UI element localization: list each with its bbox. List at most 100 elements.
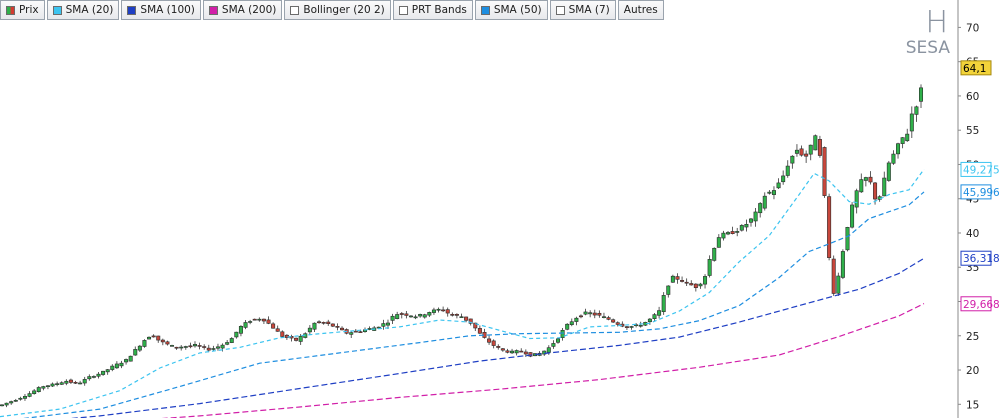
checkbox-icon[interactable] [290, 5, 300, 15]
candle-up [785, 165, 790, 176]
candle-up [307, 327, 312, 333]
candle-down [399, 313, 404, 315]
candle-down [491, 340, 496, 346]
toggle-sma-7[interactable]: SMA (7) [549, 0, 616, 20]
candle-down [450, 314, 455, 316]
candle-down [487, 338, 492, 343]
sma-100-label: 36,318 [963, 253, 1000, 265]
candle-down [578, 315, 583, 318]
series-sma-20 [0, 168, 925, 418]
candle-down [165, 341, 170, 345]
checkbox-icon[interactable] [208, 5, 218, 15]
toggle-sma-20[interactable]: SMA (20) [46, 0, 120, 20]
candle-up [739, 225, 744, 231]
candle-down [271, 323, 276, 329]
candle-up [891, 153, 896, 164]
toggle-sma-50[interactable]: SMA (50) [474, 0, 548, 20]
toggle-sma-100[interactable]: SMA (100) [121, 0, 201, 20]
candle-up [50, 383, 55, 387]
candle-up [13, 400, 18, 402]
y-tick-label: 25 [966, 331, 979, 343]
candle-up [510, 350, 515, 354]
candle-up [110, 365, 115, 370]
y-tick-label: 60 [966, 91, 979, 103]
sma-200-label: 29,668 [963, 299, 1000, 311]
candle-down [523, 351, 528, 355]
candle-up [850, 204, 855, 228]
candle-down [615, 322, 620, 325]
candle-down [519, 350, 524, 353]
checkbox-icon[interactable] [6, 5, 15, 15]
candle-up [211, 348, 216, 350]
candle-down [197, 345, 202, 347]
candle-up [96, 373, 101, 377]
toggle-sma-200[interactable]: SMA (200) [202, 0, 283, 20]
toggle-autres[interactable]: Autres [617, 0, 664, 20]
candle-up [170, 345, 175, 347]
candle-up [735, 231, 740, 233]
toggle-prix[interactable]: Prix [0, 0, 45, 20]
candle-up [427, 312, 432, 316]
candle-down [730, 231, 735, 234]
y-tick-label: 15 [966, 399, 979, 411]
candle-up [546, 347, 551, 353]
candle-up [712, 247, 717, 261]
candle-up [119, 362, 124, 367]
candle-down [202, 346, 207, 348]
candle-up [551, 343, 556, 347]
candle-up [900, 137, 905, 144]
candle-down [817, 139, 822, 156]
candle-up [919, 87, 924, 102]
indicator-toolbar: Prix SMA (20) SMA (100) SMA (200) Bollinger … [0, 0, 664, 20]
candle-up [22, 396, 27, 399]
toggle-prt-bands[interactable]: PRT Bands [392, 0, 473, 20]
checkbox-icon[interactable] [480, 5, 490, 15]
candle-up [349, 332, 354, 335]
candle-down [68, 379, 73, 383]
candle-up [776, 182, 781, 189]
candle-up [661, 295, 666, 313]
candle-down [831, 258, 836, 294]
checkbox-icon[interactable] [127, 5, 137, 15]
toggle-bollinger-20-2[interactable]: Bollinger (20 2) [284, 0, 391, 20]
candle-up [179, 346, 184, 349]
candle-up [748, 218, 753, 223]
chart-area: Prix SMA (20) SMA (100) SMA (200) Bollinger … [0, 0, 1008, 418]
toggle-label: SMA (50) [493, 4, 542, 16]
candle-down [261, 318, 266, 322]
candle-up [845, 227, 850, 251]
candle-down [592, 312, 597, 316]
candle-down [675, 276, 680, 280]
candle-up [657, 310, 662, 316]
candle-up [55, 383, 60, 385]
y-tick-label: 20 [966, 365, 979, 377]
candle-up [105, 369, 110, 373]
y-tick-label: 55 [966, 125, 979, 137]
candle-up [124, 359, 129, 363]
candle-up [36, 387, 41, 392]
price-chart: 15202530354045505560657064,149,27545,996… [0, 0, 1000, 418]
candle-down [156, 335, 161, 341]
candles [0, 84, 924, 408]
candle-down [606, 317, 611, 320]
checkbox-icon[interactable] [398, 5, 408, 15]
candle-down [340, 327, 345, 331]
candle-up [257, 318, 262, 321]
candle-down [477, 328, 482, 334]
candle-up [82, 379, 87, 384]
candle-up [670, 275, 675, 283]
candle-down [335, 326, 340, 328]
candle-down [441, 309, 446, 312]
candle-down [73, 381, 78, 384]
candle-up [762, 195, 767, 209]
candle-down [624, 326, 629, 328]
candle-up [909, 113, 914, 132]
candle-down [597, 312, 602, 316]
candle-down [464, 316, 469, 321]
checkbox-icon[interactable] [555, 5, 565, 15]
candle-up [422, 314, 427, 318]
candle-up [859, 179, 864, 193]
candle-up [192, 344, 197, 347]
candle-up [771, 190, 776, 195]
checkbox-icon[interactable] [52, 5, 62, 15]
